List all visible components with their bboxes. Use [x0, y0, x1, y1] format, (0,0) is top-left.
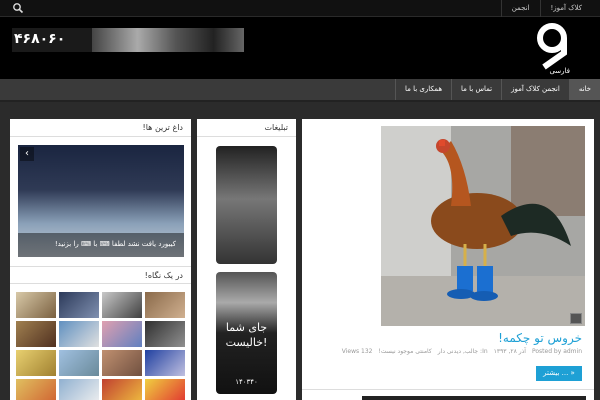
thumbnail[interactable]: [102, 292, 142, 318]
thumbnail[interactable]: [145, 379, 185, 400]
post-meta-category[interactable]: In: جالب, دیدنی دار: [438, 348, 488, 355]
ad-text-line1: جای شما: [225, 321, 268, 334]
hot-heading: داغ ترین ها!: [10, 119, 191, 137]
hot-slider[interactable]: ‹ کیبورد یافت نشد لطفا ⌨ با ⌨ را بزنید!: [18, 145, 184, 257]
thumbnail[interactable]: [102, 379, 142, 400]
nav-items: خانه انجمن کلاک آموز تماس با ما همکاری ب…: [395, 79, 600, 100]
thumbnail-grid: [16, 292, 186, 400]
top-link-learn[interactable]: کلاک آموز!: [539, 0, 593, 17]
nav-item-contact[interactable]: تماس با ما: [451, 79, 501, 100]
photo-icon: [570, 313, 582, 324]
post-meta-views: Views 132: [341, 348, 373, 355]
header-banner[interactable]: ۴۶۸۰۶۰: [12, 28, 244, 52]
thumbnail[interactable]: [59, 292, 99, 318]
nav-item-cooperate[interactable]: همکاری با ما: [395, 79, 451, 100]
post-image[interactable]: [381, 126, 585, 326]
nav-item-home[interactable]: خانه: [568, 79, 600, 100]
thumbnail[interactable]: [145, 321, 185, 347]
thumbnail[interactable]: [145, 292, 185, 318]
read-more-button[interactable]: بیشتر ... »: [536, 366, 582, 381]
top-bar: کلاک آموز! انجمن: [0, 0, 600, 17]
thumbnail[interactable]: [59, 321, 99, 347]
main-nav: خانه انجمن کلاک آموز تماس با ما همکاری ب…: [0, 79, 600, 102]
thumbnail[interactable]: [145, 350, 185, 376]
post-title[interactable]: خروس تو چکمه!: [498, 331, 582, 345]
post-meta-author[interactable]: Posted by admin: [532, 348, 582, 355]
left-sidebar: داغ ترین ها! ‹ کیبورد یافت نشد لطفا ⌨ با…: [10, 119, 191, 400]
next-post-preview[interactable]: [362, 396, 586, 400]
ad-banner-2-number: ۱۴۰۳۴۰: [235, 378, 258, 386]
post-meta: Posted by admin آذر ۲۸, ۱۳۹۳ In: جالب, د…: [342, 348, 582, 355]
thumbnail[interactable]: [59, 350, 99, 376]
top-links: کلاک آموز! انجمن: [500, 0, 593, 17]
logo-text: فارسی: [549, 67, 570, 75]
post-meta-date: آذر ۲۸, ۱۳۹۳: [493, 348, 526, 355]
search-icon[interactable]: [12, 2, 24, 14]
banner-photo: [92, 28, 244, 52]
thumbnail[interactable]: [102, 321, 142, 347]
glance-heading: در یک نگاه!: [10, 266, 191, 284]
thumbnail[interactable]: [16, 379, 56, 400]
ad-banner-1[interactable]: [216, 146, 277, 264]
ad-banner-2-text: جای شما خالیست!: [216, 320, 277, 350]
ads-heading: تبلیغات: [197, 119, 296, 137]
post-meta-comments[interactable]: کامنتی موجود نیست!: [378, 348, 431, 355]
thumbnail[interactable]: [16, 321, 56, 347]
ad-banner-2[interactable]: جای شما خالیست! ۱۴۰۳۴۰: [216, 272, 277, 394]
post-separator: [302, 389, 594, 390]
thumbnail[interactable]: [102, 350, 142, 376]
thumbnail[interactable]: [16, 292, 56, 318]
post-card: خروس تو چکمه! Posted by admin آذر ۲۸, ۱۳…: [302, 119, 594, 400]
slide-caption[interactable]: کیبورد یافت نشد لطفا ⌨ با ⌨ را بزنید!: [18, 233, 184, 257]
thumbnail[interactable]: [59, 379, 99, 400]
banner-number: ۴۶۸۰۶۰: [14, 31, 66, 47]
site-header: ۴۶۸۰۶۰ فارسی: [0, 17, 600, 79]
thumbnail[interactable]: [16, 350, 56, 376]
top-link-forum[interactable]: انجمن: [500, 0, 540, 17]
chevron-left-icon[interactable]: ‹: [20, 147, 34, 161]
ads-sidebar: تبلیغات جای شما خالیست! ۱۴۰۳۴۰: [197, 119, 296, 400]
ad-text-line2: خالیست!: [225, 336, 268, 349]
nav-item-forum[interactable]: انجمن کلاک آموز: [501, 79, 569, 100]
